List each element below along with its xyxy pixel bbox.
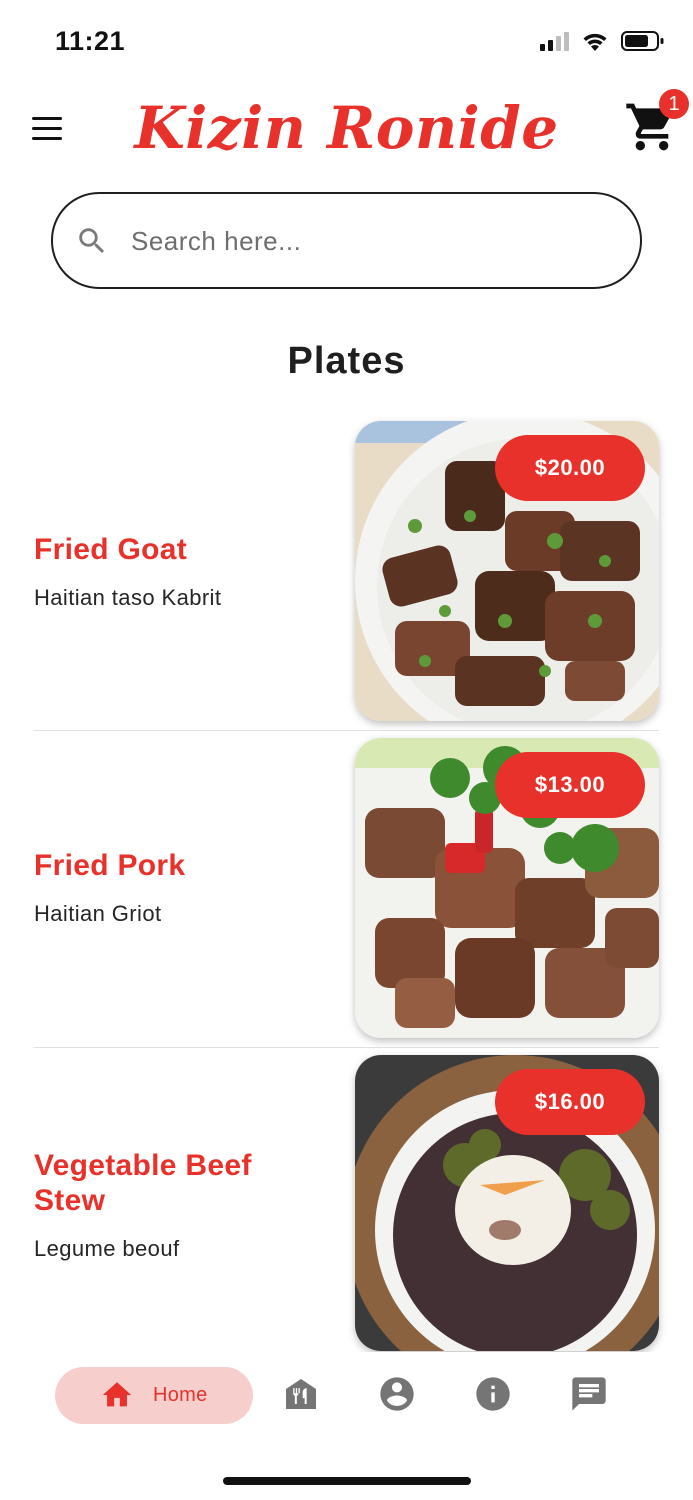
plate-description: Haitian Griot	[34, 901, 162, 926]
plate-item-fried-goat[interactable]: Fried Goat Haitian taso Kabrit $20.00	[34, 421, 659, 723]
nav-home-tab[interactable]: Home	[55, 1367, 253, 1424]
home-icon	[102, 1382, 132, 1407]
search-bar[interactable]	[51, 192, 642, 289]
chat-icon	[572, 1377, 606, 1411]
cellular-signal-icon	[540, 31, 569, 51]
cart-count-badge: 1	[659, 89, 689, 119]
app-screen: 11:21 Kizin Ronide 1 Search here... Plat…	[0, 0, 693, 1500]
plate-name: Fried Goat	[34, 533, 188, 566]
section-title: Plates	[287, 340, 406, 382]
account-icon	[380, 1377, 414, 1411]
plate-description: Legume beouf	[34, 1236, 180, 1261]
plate-name: Vegetable Beef Stew	[34, 1149, 252, 1217]
plate-item-vegetable-beef-stew[interactable]: Vegetable Beef Stew Legume beouf $16.00	[34, 1055, 659, 1351]
price-badge: $16.00	[495, 1069, 645, 1135]
plate-image[interactable]: $13.00	[355, 738, 659, 1038]
restaurant-icon	[286, 1379, 316, 1409]
plate-image[interactable]: $16.00	[355, 1055, 659, 1351]
app-title: Kizin Ronide	[134, 94, 559, 162]
wifi-icon	[583, 33, 607, 51]
nav-info-tab[interactable]	[473, 1374, 513, 1414]
status-bar: 11:21	[0, 0, 693, 88]
price-badge: $13.00	[495, 752, 645, 818]
plate-image[interactable]: $20.00	[355, 421, 659, 721]
search-icon	[79, 228, 105, 254]
status-icons	[540, 30, 665, 52]
app-header: Kizin Ronide	[0, 88, 693, 178]
divider	[34, 730, 659, 731]
bottom-navigation: Home	[0, 1352, 693, 1452]
nav-home-label: Home	[153, 1384, 208, 1406]
price-badge: $20.00	[495, 435, 645, 501]
divider	[34, 1047, 659, 1048]
home-indicator	[223, 1477, 471, 1485]
search-input[interactable]	[131, 214, 611, 268]
plate-description: Haitian taso Kabrit	[34, 585, 222, 610]
plate-name: Fried Pork	[34, 849, 186, 882]
status-time: 11:21	[55, 26, 126, 56]
nav-chat-tab[interactable]	[569, 1374, 609, 1414]
info-icon	[476, 1377, 510, 1411]
nav-menu-tab[interactable]	[281, 1374, 321, 1414]
battery-icon	[621, 31, 664, 51]
nav-account-tab[interactable]	[377, 1374, 417, 1414]
plate-item-fried-pork[interactable]: Fried Pork Haitian Griot $13.00	[34, 738, 659, 1038]
